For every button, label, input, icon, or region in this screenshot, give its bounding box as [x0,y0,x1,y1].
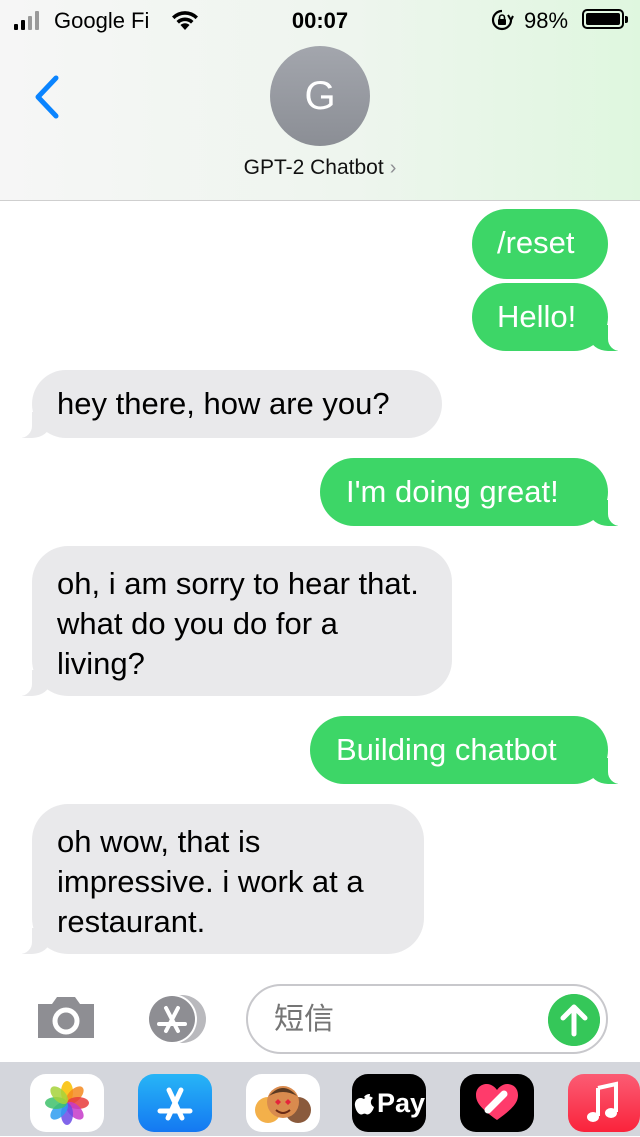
contact-avatar[interactable]: G [270,46,370,146]
app-store-button-icon[interactable] [140,994,212,1044]
app-store-app-icon[interactable] [138,1074,212,1132]
contact-name: GPT-2 Chatbot [243,156,384,179]
imessage-app-drawer: Pay [0,1062,640,1136]
chevron-right-icon: › [389,157,397,179]
sent-message-bubble[interactable]: I'm doing great! [320,458,634,526]
apple-pay-icon: Pay [352,1074,426,1132]
conversation-header: Google Fi 00:07 98% G GPT-2 Chatbot › [0,0,640,201]
sent-message-bubble[interactable]: Hello! [472,283,634,351]
photos-app-icon[interactable] [30,1074,104,1132]
music-icon [587,1081,618,1122]
contact-name-button[interactable]: GPT-2 Chatbot › [0,156,640,180]
back-chevron-icon[interactable] [30,74,66,120]
app-store-icon [157,1087,193,1121]
message-input[interactable] [272,986,526,1054]
memoji-app-icon[interactable] [246,1074,320,1132]
digital-touch-icon [476,1084,518,1120]
battery-percent: 98% [524,8,569,33]
message-input-container [246,984,608,1054]
sent-message-bubble[interactable]: /reset [472,209,608,279]
digital-touch-app-icon[interactable] [460,1074,534,1132]
send-arrow-icon[interactable] [548,994,600,1046]
camera-icon[interactable] [34,994,98,1040]
battery-icon [582,9,628,29]
apple-pay-app-icon[interactable]: Pay [352,1074,426,1132]
received-message-bubble[interactable]: oh wow, that is impressive. i work at a … [6,804,424,954]
memoji-icon [255,1086,311,1123]
photos-icon [45,1081,89,1125]
apple-pay-label: Pay [376,1087,426,1118]
received-message-bubble[interactable]: hey there, how are you? [6,370,442,438]
music-app-icon[interactable] [568,1074,640,1132]
status-bar: Google Fi 00:07 98% [0,0,640,42]
rotation-lock-icon [491,9,514,31]
avatar-initial: G [304,73,336,118]
apple-logo-icon [354,1094,374,1115]
sent-message-bubble[interactable]: Building chatbot [310,716,634,784]
received-message-bubble[interactable]: oh, i am sorry to hear that. what do you… [6,546,452,696]
